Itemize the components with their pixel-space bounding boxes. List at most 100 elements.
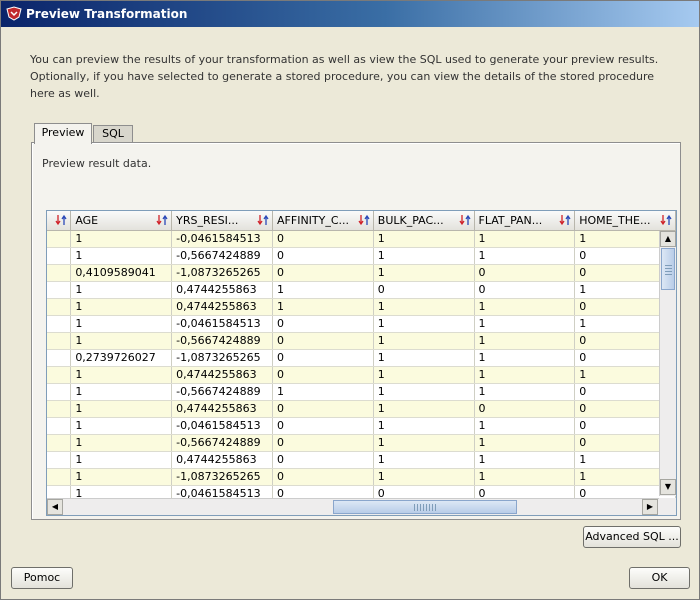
sort-arrows-icon[interactable] xyxy=(559,214,571,226)
sort-arrows-icon[interactable] xyxy=(257,214,269,226)
table-cell[interactable]: -1,0873265265 xyxy=(171,468,274,486)
table-cell[interactable]: -1,0873265265 xyxy=(171,264,274,282)
table-cell[interactable]: 1 xyxy=(373,349,475,367)
sort-arrows-icon[interactable] xyxy=(458,214,471,226)
table-row[interactable]: 1 -0,5667424889 0 1 1 0 xyxy=(47,247,676,265)
table-row[interactable]: 1 0,4744255863 1 0 0 1 xyxy=(47,281,676,299)
column-header[interactable]: FLAT_PAN... xyxy=(474,211,576,231)
column-header[interactable]: AGE xyxy=(70,211,173,231)
table-cell[interactable]: 1 xyxy=(373,366,475,384)
advanced-sql-button[interactable]: Advanced SQL ... xyxy=(583,526,681,548)
table-cell[interactable]: 0 xyxy=(272,451,374,469)
row-header-cell[interactable] xyxy=(47,230,72,248)
row-header-cell[interactable] xyxy=(47,366,72,384)
table-cell[interactable]: 1 xyxy=(272,298,374,316)
table-cell[interactable]: -0,5667424889 xyxy=(171,247,274,265)
table-cell[interactable]: 1 xyxy=(373,417,475,435)
row-header-cell[interactable] xyxy=(47,400,72,418)
table-cell[interactable]: 0 xyxy=(272,349,374,367)
table-cell[interactable]: 1 xyxy=(70,366,173,384)
table-row[interactable]: 0,2739726027 -1,0873265265 0 1 1 0 xyxy=(47,349,676,367)
row-header-cell[interactable] xyxy=(47,434,72,452)
table-cell[interactable]: 1 xyxy=(70,281,173,299)
table-cell[interactable]: 0 xyxy=(474,264,576,282)
scroll-right-button[interactable]: ▶ xyxy=(642,499,658,515)
table-cell[interactable]: 0 xyxy=(272,315,374,333)
table-cell[interactable]: -0,5667424889 xyxy=(171,434,274,452)
table-cell[interactable]: 1 xyxy=(474,332,576,350)
table-cell[interactable]: 1 xyxy=(474,451,576,469)
table-row[interactable]: 1 -0,5667424889 0 1 1 0 xyxy=(47,332,676,350)
table-cell[interactable]: 0 xyxy=(272,264,374,282)
column-header[interactable]: BULK_PAC... xyxy=(373,211,475,231)
table-cell[interactable]: 1 xyxy=(70,468,173,486)
table-row[interactable]: 1 0,4744255863 0 1 0 0 xyxy=(47,400,676,418)
table-cell[interactable]: 0 xyxy=(272,366,374,384)
table-cell[interactable]: 0,4744255863 xyxy=(171,298,274,316)
table-cell[interactable]: 0,4744255863 xyxy=(171,366,274,384)
vertical-scrollbar[interactable]: ▲ ▼ xyxy=(659,231,676,496)
table-cell[interactable]: 1 xyxy=(70,332,173,350)
table-cell[interactable]: 0,4744255863 xyxy=(171,281,274,299)
table-cell[interactable]: 0 xyxy=(373,281,475,299)
table-cell[interactable]: 1 xyxy=(70,417,173,435)
table-cell[interactable]: -0,0461584513 xyxy=(171,315,274,333)
table-cell[interactable]: 1 xyxy=(474,230,576,248)
table-cell[interactable]: 1 xyxy=(373,451,475,469)
table-cell[interactable]: 1 xyxy=(474,383,576,401)
row-header-cell[interactable] xyxy=(47,247,72,265)
table-cell[interactable]: -1,0873265265 xyxy=(171,349,274,367)
row-header-cell[interactable] xyxy=(47,349,72,367)
scroll-left-button[interactable]: ◀ xyxy=(47,499,63,515)
table-row[interactable]: 1 0,4744255863 0 1 1 1 xyxy=(47,451,676,469)
table-cell[interactable]: 1 xyxy=(70,230,173,248)
table-row[interactable]: 1 -0,5667424889 0 1 1 0 xyxy=(47,434,676,452)
vertical-scroll-thumb[interactable] xyxy=(661,248,675,290)
row-header-cell[interactable] xyxy=(47,281,72,299)
table-cell[interactable]: -0,5667424889 xyxy=(171,332,274,350)
table-cell[interactable]: 1 xyxy=(373,264,475,282)
column-header[interactable]: AFFINITY_C... xyxy=(272,211,374,231)
title-bar[interactable]: Preview Transformation xyxy=(1,1,699,27)
table-cell[interactable]: 1 xyxy=(373,383,475,401)
table-cell[interactable]: -0,0461584513 xyxy=(171,230,274,248)
ok-button[interactable]: OK xyxy=(629,567,690,589)
table-cell[interactable]: 1 xyxy=(474,349,576,367)
table-row[interactable]: 1 -0,5667424889 1 1 1 0 xyxy=(47,383,676,401)
horizontal-scrollbar[interactable]: ◀ ▶ xyxy=(47,498,659,515)
column-header[interactable]: HOME_THE... xyxy=(574,211,676,231)
table-cell[interactable]: 0 xyxy=(474,400,576,418)
table-cell[interactable]: 1 xyxy=(474,315,576,333)
row-header-cell[interactable] xyxy=(47,451,72,469)
table-cell[interactable]: 1 xyxy=(373,332,475,350)
sort-arrows-icon[interactable] xyxy=(55,214,67,226)
tab-preview[interactable]: Preview xyxy=(34,123,92,144)
table-cell[interactable]: 0,4744255863 xyxy=(171,400,274,418)
row-header-cell[interactable] xyxy=(47,383,72,401)
scroll-down-button[interactable]: ▼ xyxy=(660,479,676,495)
sort-arrows-icon[interactable] xyxy=(660,214,672,226)
help-button[interactable]: Pomoc xyxy=(11,567,73,589)
table-cell[interactable]: -0,0461584513 xyxy=(171,417,274,435)
table-cell[interactable]: 0 xyxy=(272,332,374,350)
table-row[interactable]: 1 -0,0461584513 0 1 1 1 xyxy=(47,315,676,333)
table-cell[interactable]: 0 xyxy=(474,281,576,299)
table-row[interactable]: 1 0,4744255863 1 1 1 0 xyxy=(47,298,676,316)
row-header-cell[interactable] xyxy=(47,264,72,282)
table-row[interactable]: 1 -0,0461584513 0 1 1 1 xyxy=(47,230,676,248)
table-cell[interactable]: 1 xyxy=(70,298,173,316)
table-cell[interactable]: 0,4744255863 xyxy=(171,451,274,469)
row-header-corner[interactable] xyxy=(47,211,72,231)
table-cell[interactable]: 1 xyxy=(70,400,173,418)
table-cell[interactable]: 0 xyxy=(272,434,374,452)
tab-sql[interactable]: SQL xyxy=(93,125,133,143)
column-header[interactable]: YRS_RESI... xyxy=(171,211,274,231)
table-cell[interactable]: 1 xyxy=(373,247,475,265)
table-cell[interactable]: 1 xyxy=(70,434,173,452)
table-cell[interactable]: 1 xyxy=(373,400,475,418)
table-cell[interactable]: 0,4109589041 xyxy=(70,264,173,282)
table-cell[interactable]: 1 xyxy=(272,281,374,299)
scroll-up-button[interactable]: ▲ xyxy=(660,231,676,247)
row-header-cell[interactable] xyxy=(47,315,72,333)
table-cell[interactable]: 0 xyxy=(272,468,374,486)
